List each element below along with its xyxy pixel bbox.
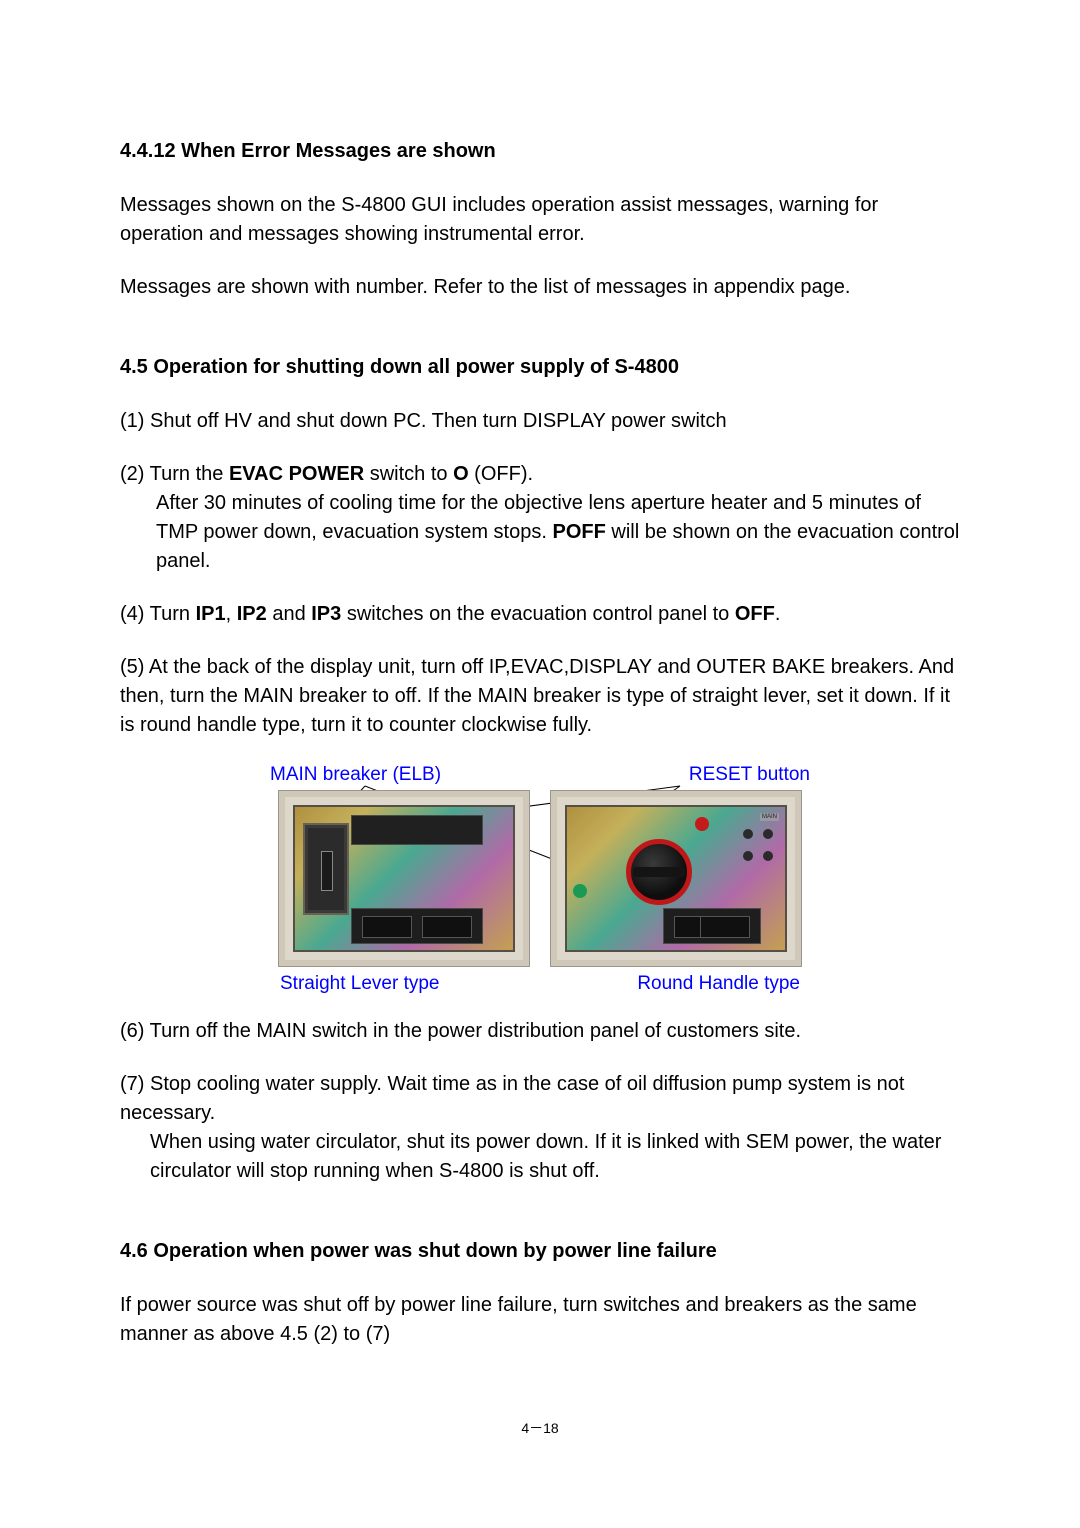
panel-round-handle: MAIN [550,790,802,967]
straight-breaker-box [303,823,349,915]
evac-power-bold: EVAC POWER [229,463,364,485]
green-button-icon [573,884,587,898]
ip3-bold: IP3 [311,603,341,625]
breaker-figure: MAIN breaker (ELB) RESET button [260,764,820,995]
rotary-breaker [626,839,692,905]
step-5: (5) At the back of the display unit, tur… [120,653,960,740]
poff-bold: POFF [552,521,605,543]
ip1-bold: IP1 [196,603,226,625]
step-2-c: (OFF). [469,463,533,485]
page-number: 4－18 [0,1418,1080,1438]
step-4-b: switches on the evacuation control panel… [341,603,735,625]
step-2-a: (2) Turn the [120,463,229,485]
step-4-and: and [267,603,311,625]
step-4-a: (4) Turn [120,603,196,625]
step-4: (4) Turn IP1, IP2 and IP3 switches on th… [120,600,960,629]
label-main-breaker: MAIN breaker (ELB) [270,764,441,786]
step-6: (6) Turn off the MAIN switch in the powe… [120,1017,960,1046]
heading-4-5: 4.5 Operation for shutting down all powe… [120,356,960,379]
para-46: If power source was shut off by power li… [120,1291,960,1349]
step-5-text: (5) At the back of the display unit, tur… [120,653,960,740]
step-4-comma1: , [226,603,237,625]
para-4412-2: Messages are shown with number. Refer to… [120,273,960,302]
stud-icon [743,851,753,861]
step-7a: (7) Stop cooling water supply. Wait time… [120,1070,960,1128]
outlet-strip-left [351,908,483,944]
panel-label: MAIN [760,813,779,821]
panel-straight-lever [278,790,530,967]
para-4412-1: Messages shown on the S-4800 GUI include… [120,191,960,249]
heading-4-6: 4.6 Operation when power was shut down b… [120,1240,960,1263]
outlet-strip-right [663,908,761,944]
step-2: (2) Turn the EVAC POWER switch to O (OFF… [120,460,960,576]
top-breakers [351,815,483,845]
straight-lever-icon [321,851,333,891]
label-straight-lever-type: Straight Lever type [280,973,439,995]
rotary-handle-icon [633,867,685,877]
step-7: (7) Stop cooling water supply. Wait time… [120,1070,960,1186]
ip2-bold: IP2 [237,603,267,625]
reset-button-icon [695,817,709,831]
o-bold: O [453,463,469,485]
step-1: (1) Shut off HV and shut down PC. Then t… [120,407,960,436]
stud-icon [763,829,773,839]
document-page: 4.4.12 When Error Messages are shown Mes… [0,0,1080,1528]
step-4-c: . [775,603,781,625]
label-reset-button: RESET button [689,764,810,786]
step-7b: When using water circulator, shut its po… [120,1128,960,1186]
label-round-handle-type: Round Handle type [637,973,800,995]
stud-icon [743,829,753,839]
off-bold: OFF [735,603,775,625]
heading-4-4-12: 4.4.12 When Error Messages are shown [120,140,960,163]
step-2-b: switch to [364,463,453,485]
stud-icon [763,851,773,861]
